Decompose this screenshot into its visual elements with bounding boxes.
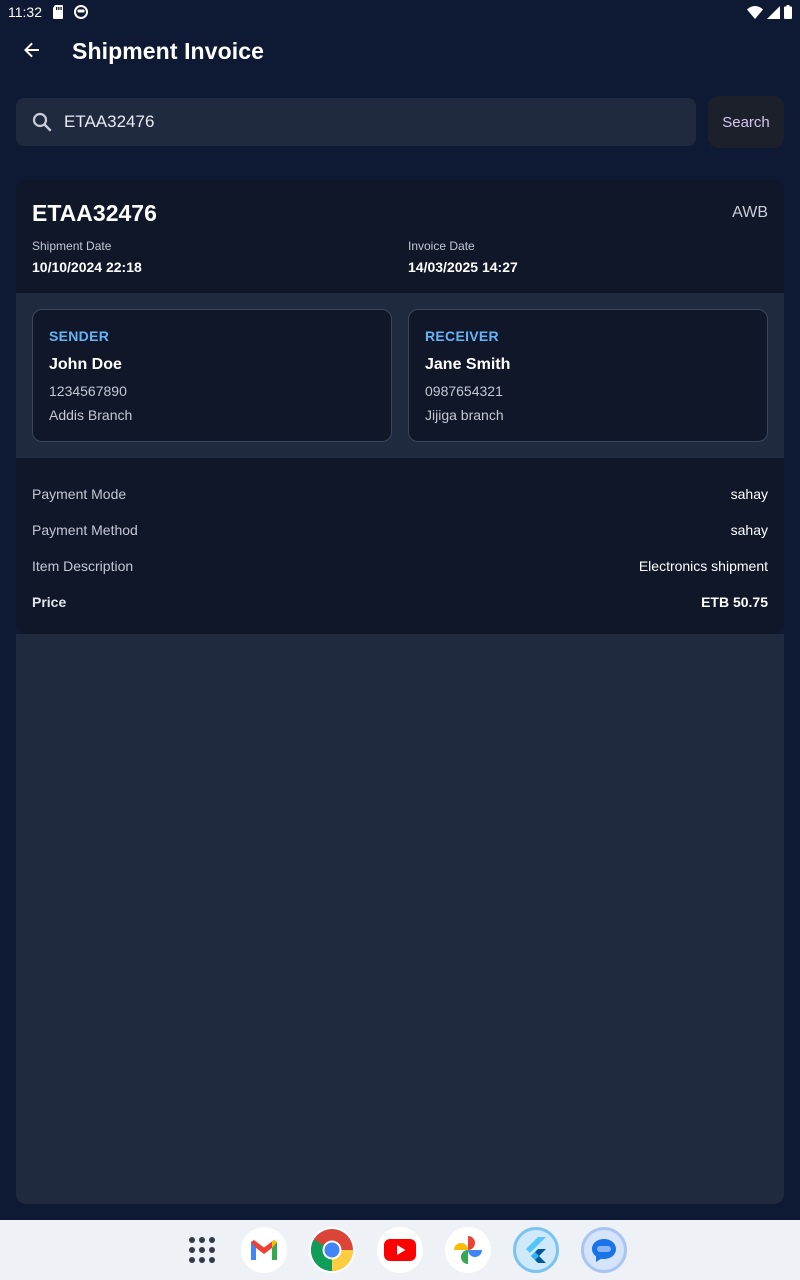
app-bar: Shipment Invoice bbox=[0, 24, 800, 80]
detail-label: Item Description bbox=[32, 558, 134, 574]
detail-label: Payment Method bbox=[32, 522, 138, 538]
awb-number: ETAA32476 bbox=[32, 200, 157, 226]
signal-icon bbox=[767, 5, 780, 19]
empty-content-area bbox=[16, 634, 784, 1204]
parties-section: SENDER John Doe 1234567890 Addis Branch … bbox=[16, 293, 784, 458]
receiver-phone: 0987654321 bbox=[425, 383, 503, 399]
detail-row-item-description: Item Description Electronics shipment bbox=[32, 556, 768, 576]
detail-value: Electronics shipment bbox=[638, 558, 768, 574]
sender-role-label: SENDER bbox=[49, 328, 110, 344]
search-input[interactable] bbox=[64, 98, 684, 146]
invoice-date-value: 14/03/2025 14:27 bbox=[408, 259, 518, 275]
invoice-card: ETAA32476 AWB Shipment Date 10/10/2024 2… bbox=[16, 180, 784, 634]
shipment-date-value: 10/10/2024 22:18 bbox=[32, 259, 142, 275]
receiver-name: Jane Smith bbox=[425, 356, 511, 373]
receiver-branch: Jijiga branch bbox=[425, 407, 504, 423]
sender-name: John Doe bbox=[49, 356, 122, 373]
status-right bbox=[747, 5, 792, 19]
sender-card: SENDER John Doe 1234567890 Addis Branch bbox=[32, 309, 392, 442]
app-dock bbox=[0, 1220, 800, 1280]
detail-value: sahay bbox=[730, 486, 768, 502]
payment-details: Payment Mode sahay Payment Method sahay … bbox=[16, 458, 784, 634]
sender-phone: 1234567890 bbox=[49, 383, 127, 399]
search-box[interactable] bbox=[16, 98, 696, 146]
page-title: Shipment Invoice bbox=[72, 38, 265, 64]
detail-row-price: Price ETB 50.75 bbox=[32, 592, 768, 612]
price-value: ETB 50.75 bbox=[701, 594, 768, 610]
receiver-card: RECEIVER Jane Smith 0987654321 Jijiga br… bbox=[408, 309, 768, 442]
invoice-date-label: Invoice Date bbox=[408, 239, 475, 253]
messages-icon[interactable] bbox=[581, 1227, 627, 1273]
awb-type-label: AWB bbox=[732, 204, 768, 221]
detail-label: Payment Mode bbox=[32, 486, 127, 502]
sd-card-icon bbox=[52, 5, 64, 19]
detail-label: Price bbox=[32, 594, 67, 610]
gmail-icon[interactable] bbox=[241, 1227, 287, 1273]
search-button[interactable]: Search bbox=[708, 96, 784, 148]
shipment-date-label: Shipment Date bbox=[32, 239, 112, 253]
chrome-icon[interactable] bbox=[309, 1227, 355, 1273]
arrow-back-icon bbox=[22, 40, 42, 65]
youtube-icon[interactable] bbox=[377, 1227, 423, 1273]
invoice-header: ETAA32476 AWB Shipment Date 10/10/2024 2… bbox=[16, 180, 784, 293]
detail-row-payment-mode: Payment Mode sahay bbox=[32, 484, 768, 504]
back-button[interactable] bbox=[12, 32, 52, 72]
detail-row-payment-method: Payment Method sahay bbox=[32, 520, 768, 540]
status-bar: 11:32 bbox=[0, 0, 800, 24]
sender-branch: Addis Branch bbox=[49, 407, 133, 423]
app-drawer-icon[interactable] bbox=[179, 1227, 225, 1273]
app-notification-icon bbox=[74, 5, 88, 19]
battery-icon bbox=[784, 5, 792, 19]
receiver-role-label: RECEIVER bbox=[425, 328, 499, 344]
wifi-icon bbox=[747, 5, 763, 19]
photos-icon[interactable] bbox=[445, 1227, 491, 1273]
flutter-icon[interactable] bbox=[513, 1227, 559, 1273]
search-icon bbox=[30, 110, 54, 134]
detail-value: sahay bbox=[730, 522, 768, 538]
status-left: 11:32 bbox=[8, 4, 88, 20]
status-time: 11:32 bbox=[8, 4, 42, 20]
